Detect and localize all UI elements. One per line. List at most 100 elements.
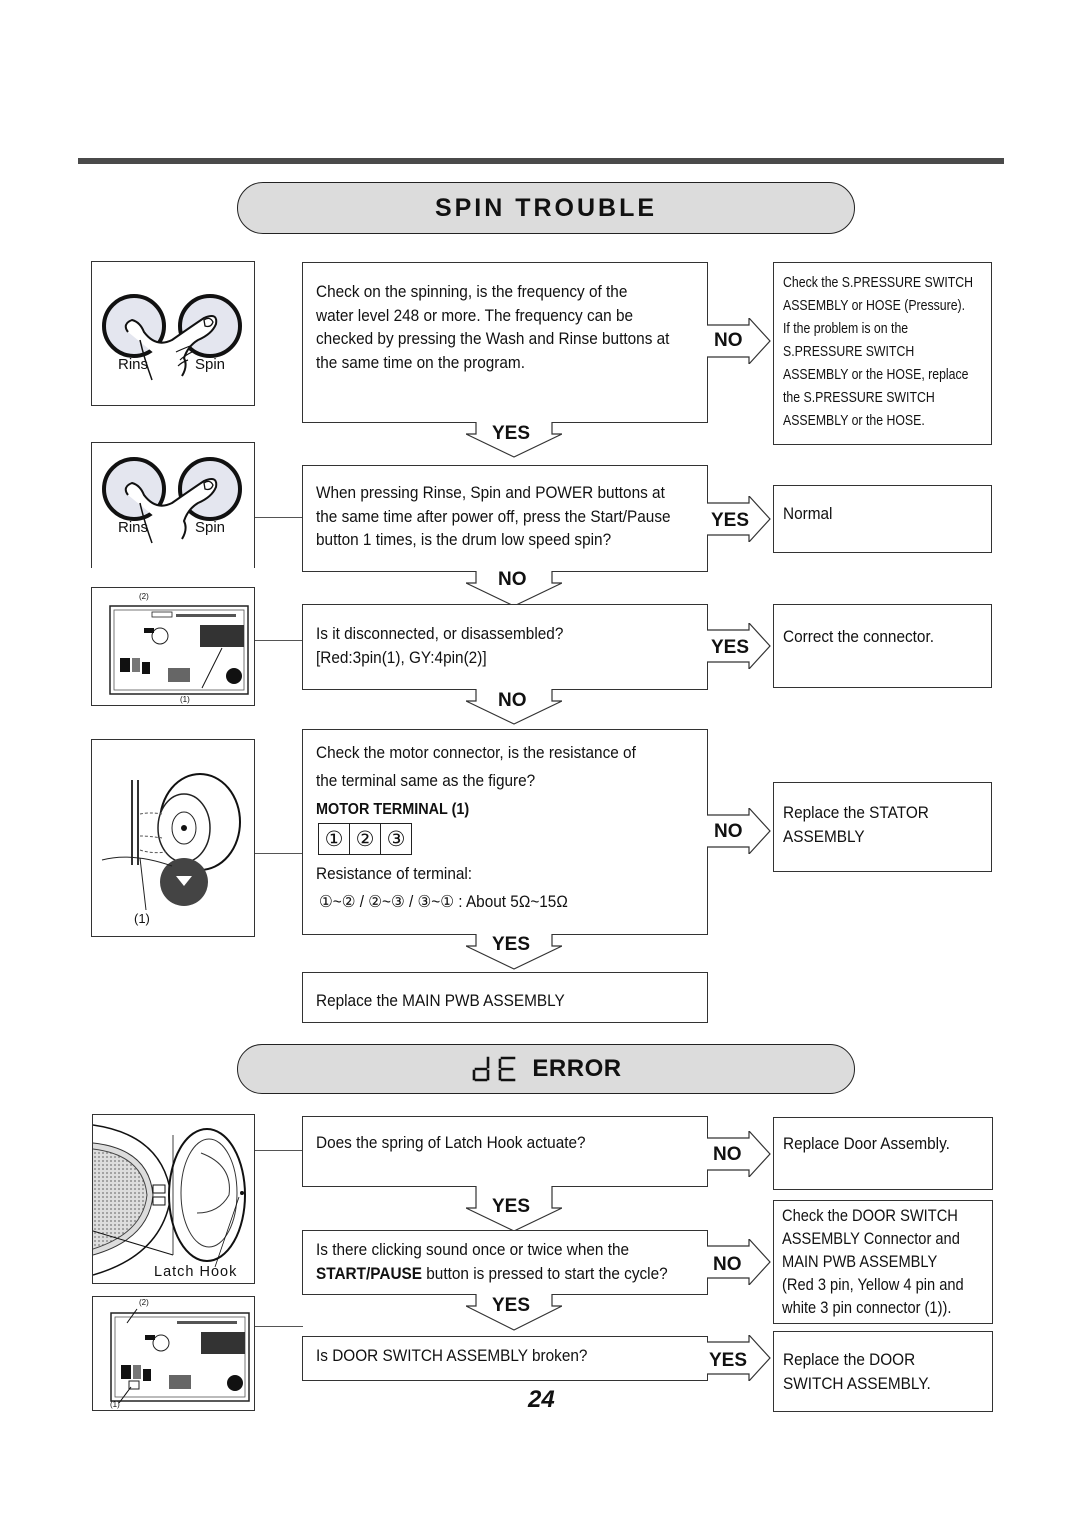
question-line: the same time after power off, press the… xyxy=(316,507,671,526)
step-question: Does the spring of Latch Hook actuate? xyxy=(316,1134,586,1152)
question-line: When pressing Rinse, Spin and POWER butt… xyxy=(316,484,665,502)
result-text: Normal xyxy=(783,505,833,523)
start-pause-emphasis: START/PAUSE xyxy=(316,1264,423,1283)
flow-step-low-speed-spin: When pressing Rinse, Spin and POWER butt… xyxy=(302,465,708,572)
question-line: Is there clicking sound once or twice wh… xyxy=(316,1241,630,1259)
question-line: the terminal same as the figure? xyxy=(316,772,536,790)
branch-label-yes: YES xyxy=(492,934,531,955)
top-rule xyxy=(78,158,1004,164)
result-text: Replace the DOOR SWITCH ASSEMBLY. xyxy=(783,1349,931,1396)
main-pwb-image: (2) (1) xyxy=(91,587,255,706)
connector-label-2: (2) xyxy=(139,592,149,601)
connector-label-1: (1) xyxy=(180,695,190,704)
result-line: (Red 3 pin, Yellow 4 pin and xyxy=(782,1276,964,1294)
step-question: Check the motor connector, is the resist… xyxy=(316,739,636,795)
terminal-3: ③ xyxy=(380,823,412,855)
resistance-label: Resistance of terminal: xyxy=(316,865,473,883)
result-text: Check the DOOR SWITCH ASSEMBLY Connector… xyxy=(782,1205,964,1320)
branch-label-yes: YES xyxy=(492,423,531,444)
section-banner-spin-trouble: SPIN TROUBLE xyxy=(237,182,855,234)
section-banner-de-error: ERROR xyxy=(237,1044,855,1094)
branch-label-yes: YES xyxy=(711,637,750,658)
question-line: water level 248 or more. The frequency c… xyxy=(316,306,634,325)
step-question: When pressing Rinse, Spin and POWER butt… xyxy=(316,482,671,553)
result-line: the S.PRESSURE SWITCH xyxy=(783,389,935,406)
door-latch-image: Latch Hook xyxy=(92,1114,255,1284)
resistance-value: ①~② / ②~③ / ③~① : About 5Ω~15Ω xyxy=(319,893,568,911)
main-pwb-image: (2) (1) xyxy=(92,1296,255,1411)
error-code-display xyxy=(470,1056,518,1082)
step-question: Is there clicking sound once or twice wh… xyxy=(316,1239,668,1286)
terminal-2: ② xyxy=(349,823,381,855)
question-line: Is it disconnected, or disassembled? xyxy=(316,625,564,643)
result-line: Check the DOOR SWITCH xyxy=(782,1207,958,1225)
terminal-1: ① xyxy=(318,823,350,855)
rinse-label: Rins xyxy=(118,356,149,373)
result-line: ASSEMBLY or the HOSE, replace xyxy=(783,366,969,383)
spin-label: Spin xyxy=(195,356,226,373)
result-text: Replace the MAIN PWB ASSEMBLY xyxy=(316,992,565,1010)
section-title: SPIN TROUBLE xyxy=(434,193,658,222)
result-line: If the problem is on the xyxy=(783,320,909,337)
connector-line xyxy=(255,640,303,641)
result-line: Replace the STATOR xyxy=(783,804,929,822)
branch-label-yes: YES xyxy=(711,510,750,531)
connector-label-1: (1) xyxy=(110,1400,120,1409)
result-pressure-switch: Check the S.PRESSURE SWITCH ASSEMBLY or … xyxy=(773,262,992,445)
spin-label: Spin xyxy=(195,519,226,536)
connector-line xyxy=(255,1150,303,1151)
result-line: ASSEMBLY or the HOSE. xyxy=(783,412,925,429)
motor-terminal-diagram: ① ② ③ xyxy=(318,823,412,855)
result-text: Check the S.PRESSURE SWITCH ASSEMBLY or … xyxy=(783,271,973,432)
branch-label-no: NO xyxy=(713,1144,742,1165)
seven-segment-de-icon xyxy=(473,1056,516,1082)
result-line: SWITCH ASSEMBLY. xyxy=(783,1374,931,1393)
flow-step-door-switch-broken: Is DOOR SWITCH ASSEMBLY broken? xyxy=(302,1336,708,1381)
result-line: Replace the DOOR xyxy=(783,1351,916,1369)
question-line: button 1 times, is the drum low speed sp… xyxy=(316,531,612,549)
step-question: Is DOOR SWITCH ASSEMBLY broken? xyxy=(316,1347,588,1365)
step-question: Check on the spinning, is the frequency … xyxy=(316,281,669,375)
branch-label-no: NO xyxy=(714,330,743,351)
connector-label-2: (2) xyxy=(139,1298,149,1307)
branch-label-no: NO xyxy=(498,569,527,590)
result-text: Replace the STATOR ASSEMBLY xyxy=(783,802,929,849)
result-line: S.PRESSURE SWITCH xyxy=(783,343,915,360)
result-line: ASSEMBLY Connector and xyxy=(782,1230,960,1248)
result-text: Correct the connector. xyxy=(783,628,934,646)
branch-label-no: NO xyxy=(498,690,527,711)
result-line: MAIN PWB ASSEMBLY xyxy=(782,1253,938,1271)
result-line: white 3 pin connector (1)). xyxy=(782,1299,952,1317)
result-check-door-switch: Check the DOOR SWITCH ASSEMBLY Connector… xyxy=(773,1200,993,1324)
motor-terminal-title: MOTOR TERMINAL (1) xyxy=(316,801,470,818)
flow-step-clicking-sound: Is there clicking sound once or twice wh… xyxy=(302,1230,708,1295)
motor-stator-image: (1) xyxy=(91,739,255,937)
rinse-label: Rins xyxy=(118,519,149,536)
section-title: ERROR xyxy=(532,1055,622,1082)
result-line: ASSEMBLY xyxy=(783,827,865,846)
terminal-callout-label: (1) xyxy=(134,911,150,926)
question-line: Check the motor connector, is the resist… xyxy=(316,744,636,762)
result-correct-connector: Correct the connector. xyxy=(773,604,992,688)
flow-step-motor-resistance: Check the motor connector, is the resist… xyxy=(302,729,708,935)
result-replace-stator: Replace the STATOR ASSEMBLY xyxy=(773,782,992,872)
question-line: [Red:3pin(1), GY:4pin(2)] xyxy=(316,648,487,667)
branch-label-no: NO xyxy=(713,1254,742,1275)
question-line: START/PAUSE button is pressed to start t… xyxy=(316,1263,668,1287)
page-number: 24 xyxy=(528,1386,555,1413)
flow-step-frequency-check: Check on the spinning, is the frequency … xyxy=(302,262,708,423)
connector-line xyxy=(255,517,303,518)
rinse-spin-buttons-image: Rins Spin xyxy=(91,442,255,568)
connector-line xyxy=(255,1326,303,1327)
flow-step-connector-check: Is it disconnected, or disassembled? [Re… xyxy=(302,604,708,690)
result-normal: Normal xyxy=(773,485,992,553)
flow-step-latch-hook: Does the spring of Latch Hook actuate? xyxy=(302,1116,708,1187)
question-line: Check on the spinning, is the frequency … xyxy=(316,283,628,301)
branch-label-yes: YES xyxy=(709,1350,748,1371)
result-text: Replace Door Assembly. xyxy=(783,1135,950,1153)
branch-label-yes: YES xyxy=(492,1196,531,1217)
latch-hook-label: Latch Hook xyxy=(154,1264,238,1280)
result-line: Check the S.PRESSURE SWITCH xyxy=(783,274,974,291)
question-line-rest: button is pressed to start the cycle? xyxy=(422,1264,668,1283)
branch-label-yes: YES xyxy=(492,1295,531,1316)
